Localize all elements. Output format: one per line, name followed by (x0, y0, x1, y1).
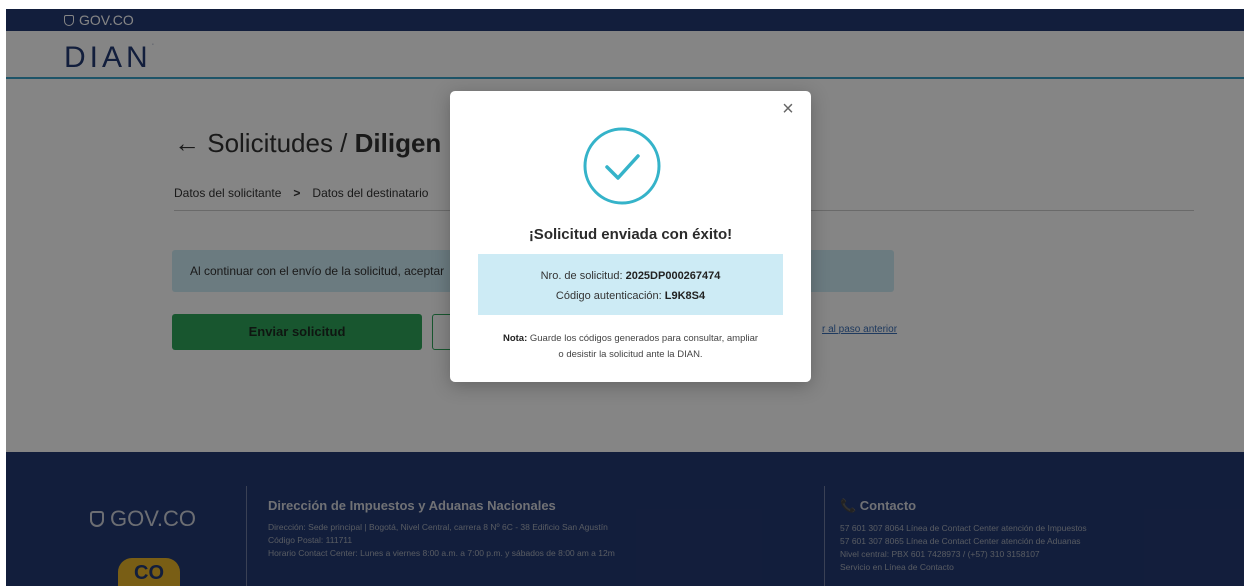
request-codes-box: Nro. de solicitud: 2025DP000267474 Códig… (478, 254, 783, 315)
site-footer: GOV.CO CO Dirección de Impuestos y Aduan… (6, 452, 1244, 586)
request-number: Nro. de solicitud: 2025DP000267474 (478, 266, 783, 286)
success-check-icon (583, 127, 661, 205)
note-label: Nota: (502, 333, 528, 344)
note-line-1: Guarde los códigos generados para consul… (527, 333, 759, 344)
auth-code-label: Código autenticación: (555, 290, 665, 302)
request-number-label: Nro. de solicitud: (540, 270, 626, 282)
modal-title: ¡Solicitud enviada con éxito! (528, 226, 733, 243)
auth-code-value: L9K8S4 (664, 290, 706, 302)
close-icon[interactable]: × (778, 99, 798, 119)
request-number-value: 2025DP000267474 (625, 270, 721, 282)
modal-note: Nota: Guarde los códigos generados para … (474, 331, 787, 363)
success-modal: × ¡Solicitud enviada con éxito! Nro. de … (450, 91, 811, 382)
note-line-2: o desistir la solicitud ante la DIAN. (558, 349, 703, 360)
auth-code: Código autenticación: L9K8S4 (478, 286, 783, 306)
footer-backdrop (6, 452, 1244, 586)
